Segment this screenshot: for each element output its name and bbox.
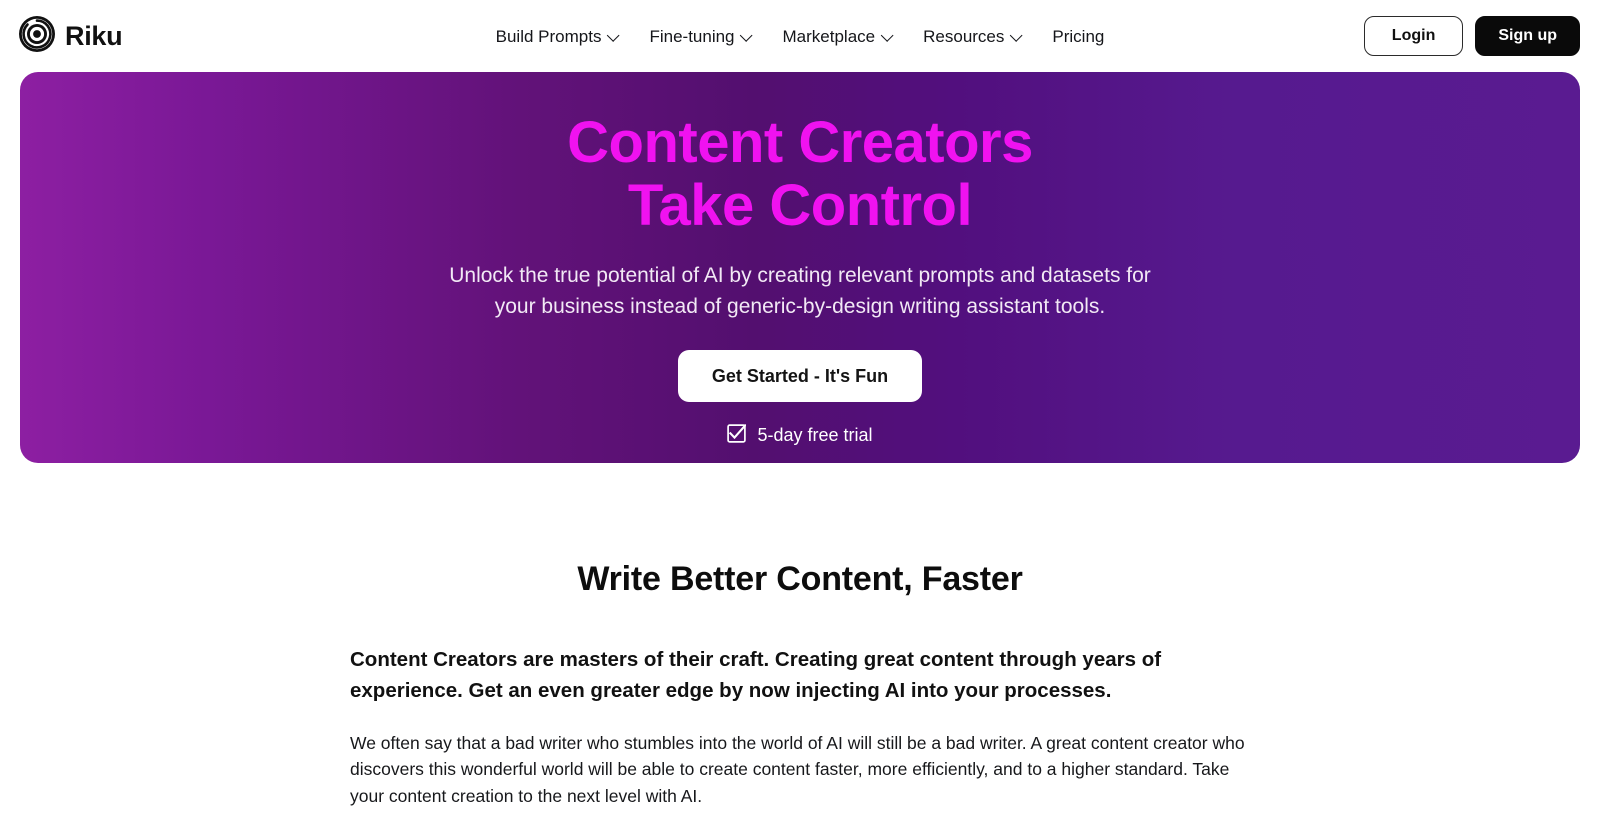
chevron-down-icon	[742, 30, 753, 41]
hero-title-line-2: Take Control	[627, 172, 973, 238]
hero-subtitle-line-2: your business instead of generic-by-desi…	[494, 295, 1106, 319]
site-header: Riku Build Prompts Fine-tuning Marketpla…	[0, 0, 1600, 72]
nav-item-marketplace[interactable]: Marketplace	[783, 28, 894, 45]
free-trial-label: 5-day free trial	[757, 425, 873, 446]
hero-title: Content Creators Take Control	[567, 110, 1033, 238]
hero-title-line-1: Content Creators	[567, 110, 1033, 175]
nav-label: Build Prompts	[495, 26, 602, 46]
login-button[interactable]: Login	[1363, 16, 1464, 56]
free-trial-note: 5-day free trial	[727, 424, 873, 446]
nav-item-fine-tuning[interactable]: Fine-tuning	[649, 28, 752, 45]
chevron-down-icon	[608, 30, 619, 41]
nav-item-pricing[interactable]: Pricing	[1052, 28, 1104, 45]
nav-label: Pricing	[1052, 26, 1105, 46]
hero-subtitle: Unlock the true potential of AI by creat…	[449, 260, 1151, 322]
nav-label: Fine-tuning	[649, 26, 735, 46]
riku-circle-logo-icon	[18, 15, 56, 58]
lead-paragraph: Content Creators are masters of their cr…	[350, 648, 1162, 703]
body-paragraph: We often say that a bad writer who stumb…	[350, 732, 1245, 806]
brand-name: Riku	[65, 20, 123, 51]
main-navigation: Build Prompts Fine-tuning Marketplace Re…	[496, 28, 1105, 45]
get-started-button[interactable]: Get Started - It's Fun	[677, 350, 923, 403]
hero-section: Content Creators Take Control Unlock the…	[20, 72, 1580, 463]
nav-label: Resources	[923, 26, 1005, 46]
main-content: Write Better Content, Faster Content Cre…	[0, 463, 1600, 810]
nav-item-build-prompts[interactable]: Build Prompts	[496, 28, 620, 45]
copy-block: Content Creators are masters of their cr…	[350, 644, 1250, 810]
nav-label: Marketplace	[782, 26, 876, 46]
signup-button[interactable]: Sign up	[1475, 16, 1580, 56]
brand-logo-link[interactable]: Riku	[18, 15, 123, 58]
checkbox-checked-icon	[727, 424, 748, 446]
header-actions: Login Sign up	[1363, 16, 1580, 56]
section-heading: Write Better Content, Faster	[577, 560, 1023, 598]
hero-subtitle-line-1: Unlock the true potential of AI by creat…	[449, 264, 1151, 288]
chevron-down-icon	[1011, 30, 1022, 41]
nav-item-resources[interactable]: Resources	[923, 28, 1022, 45]
chevron-down-icon	[882, 30, 893, 41]
